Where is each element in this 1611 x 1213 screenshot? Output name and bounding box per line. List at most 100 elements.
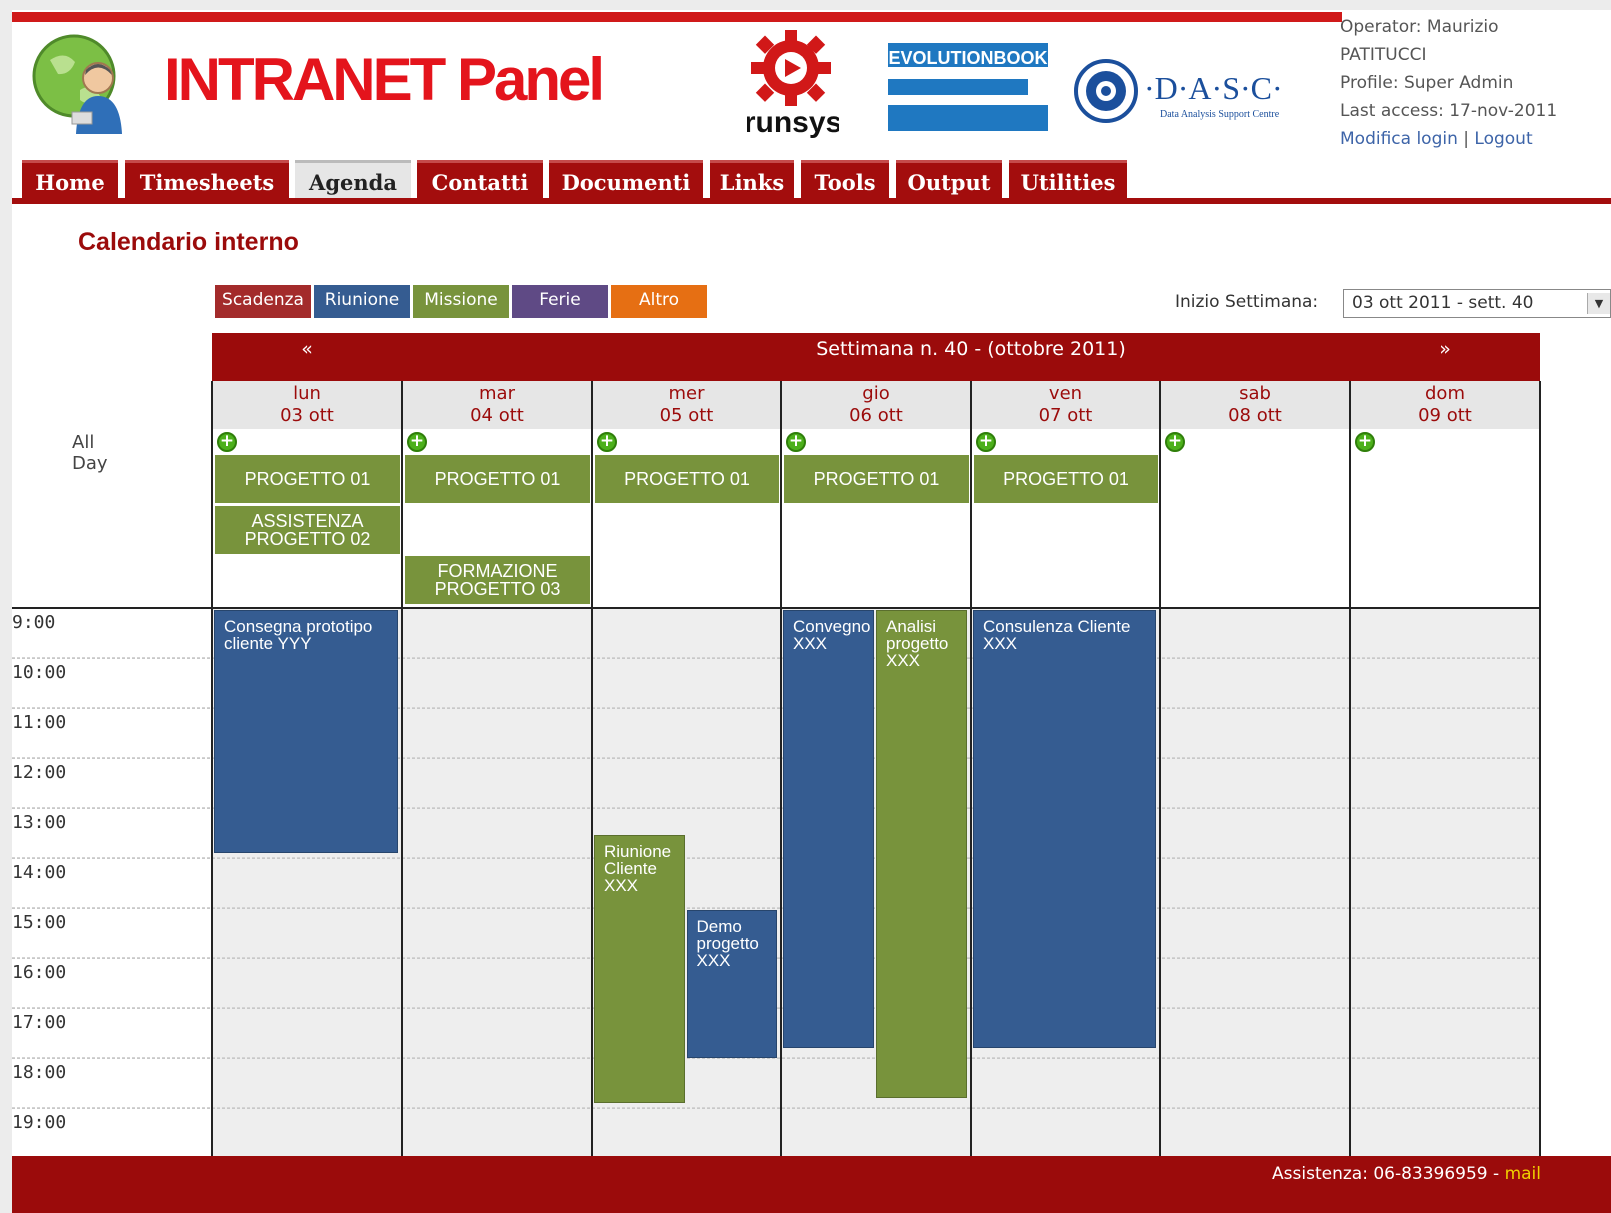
all-day-event-progetto-01[interactable]: PROGETTO 01: [405, 455, 590, 503]
all-day-event-progetto-01[interactable]: PROGETTO 01: [595, 455, 779, 503]
all-day-event-assistenza-progetto-02[interactable]: ASSISTENZA PROGETTO 02: [215, 506, 400, 554]
svg-text:Data Analysis Support Centre: Data Analysis Support Centre: [1160, 109, 1280, 120]
week-start-value: 03 ott 2011 - sett. 40: [1352, 293, 1534, 313]
hour-label: 11:00: [12, 712, 67, 733]
all-day-cell-dom[interactable]: [1350, 429, 1540, 609]
logout-link[interactable]: Logout: [1474, 129, 1532, 149]
all-day-event-progetto-01[interactable]: PROGETTO 01: [215, 455, 400, 503]
day-name: mer: [668, 383, 705, 404]
tab-agenda[interactable]: Agenda: [295, 160, 411, 198]
tab-tools[interactable]: Tools: [801, 160, 889, 198]
day-name: ven: [1048, 383, 1083, 404]
tab-links[interactable]: Links: [710, 160, 794, 198]
all-day-event-progetto-01[interactable]: PROGETTO 01: [784, 455, 969, 503]
svg-text:·D·A·S·C·: ·D·A·S·C·: [1144, 70, 1283, 106]
hour-label: 19:00: [12, 1112, 67, 1133]
day-name: dom: [1425, 383, 1465, 404]
add-event-icon[interactable]: +: [1355, 432, 1375, 452]
header-top-bar: [12, 12, 1342, 22]
add-event-icon[interactable]: +: [407, 432, 427, 452]
all-day-cell-sab[interactable]: [1160, 429, 1350, 609]
day-date: 07 ott: [1038, 405, 1093, 426]
legend-riunione: Riunione: [314, 285, 410, 318]
operator-line: Operator: Maurizio: [1340, 17, 1499, 37]
profile-line: Profile: Super Admin: [1340, 73, 1514, 93]
footer-mail-link[interactable]: mail: [1505, 1164, 1541, 1184]
hour-label: 12:00: [12, 762, 67, 783]
day-name: gio: [862, 383, 890, 404]
prev-week-button[interactable]: «: [212, 333, 402, 381]
evolutionbook-logo: EVOLUTIONBOOK: [888, 43, 1048, 131]
legend-missione: Missione: [413, 285, 509, 318]
day-date: 03 ott: [280, 405, 334, 426]
svg-text:runsys: runsys: [747, 106, 839, 139]
add-event-icon[interactable]: +: [786, 432, 806, 452]
hour-label: 16:00: [12, 962, 67, 983]
legend-scadenza: Scadenza: [215, 285, 311, 318]
hour-label: 13:00: [12, 812, 67, 833]
week-start-label: Inizio Settimana:: [1175, 292, 1319, 312]
tab-output[interactable]: Output: [896, 160, 1002, 198]
all-day-event-formazione-progetto-03[interactable]: FORMAZIONE PROGETTO 03: [405, 556, 590, 604]
runsys-logo: runsys: [747, 30, 839, 139]
tab-timesheets[interactable]: Timesheets: [125, 160, 289, 198]
day-header-ven: ven 07 ott: [971, 381, 1160, 429]
column-divider: [1159, 381, 1161, 1156]
all-day-label: All Day: [72, 432, 108, 474]
tab-contatti[interactable]: Contatti: [417, 160, 543, 198]
hour-divider: [12, 858, 1540, 859]
all-day-separator: [12, 607, 1540, 609]
hour-divider: [12, 1058, 1540, 1059]
calendar-event-consulenza-cliente-xxx[interactable]: Consulenza Cliente XXX: [973, 610, 1156, 1048]
column-divider: [401, 381, 403, 1156]
calendar-event-demo-progetto-xxx[interactable]: Demo progetto XXX: [686, 910, 777, 1058]
hour-label: 18:00: [12, 1062, 67, 1083]
tab-utilities[interactable]: Utilities: [1009, 160, 1127, 198]
footer-bar: Assistenza: 06-83396959 - mail: [12, 1156, 1611, 1213]
add-event-icon[interactable]: +: [217, 432, 237, 452]
modifica-login-link[interactable]: Modifica login: [1340, 129, 1458, 149]
nav-underline: [12, 198, 1611, 204]
legend-ferie: Ferie: [512, 285, 608, 318]
all-day-event-progetto-01[interactable]: PROGETTO 01: [974, 455, 1158, 503]
hour-divider: [12, 908, 1540, 909]
tab-home[interactable]: Home: [22, 160, 118, 198]
tab-documenti[interactable]: Documenti: [549, 160, 703, 198]
hour-label: 14:00: [12, 862, 67, 883]
page-title: Calendario interno: [78, 228, 299, 256]
footer-assistenza: Assistenza: 06-83396959 -: [1272, 1164, 1505, 1184]
hour-label: 9:00: [12, 612, 56, 633]
week-start-select[interactable]: 03 ott 2011 - sett. 40 ▼: [1343, 289, 1611, 318]
day-date: 04 ott: [470, 405, 524, 426]
hour-label: 15:00: [12, 912, 67, 933]
add-event-icon[interactable]: +: [976, 432, 996, 452]
link-separator: |: [1463, 129, 1470, 149]
add-event-icon[interactable]: +: [1165, 432, 1185, 452]
day-date: 09 ott: [1418, 405, 1472, 426]
next-week-button[interactable]: »: [1350, 333, 1540, 381]
column-divider: [591, 381, 593, 1156]
svg-text:EVOLUTIONBOOK: EVOLUTIONBOOK: [888, 48, 1047, 68]
add-event-icon[interactable]: +: [597, 432, 617, 452]
day-header-dom: dom 09 ott: [1350, 381, 1540, 429]
hour-label: 17:00: [12, 1012, 67, 1033]
column-divider: [970, 381, 972, 1156]
day-header-mar: mar 04 ott: [402, 381, 592, 429]
page: INTRANET Panel runsys EVOLUTIONBOOK ·D·A…: [12, 10, 1611, 1213]
dasc-logo: ·D·A·S·C· Data Analysis Support Centre: [1074, 59, 1283, 123]
legend-altro: Altro: [611, 285, 707, 318]
user-info-panel: Operator: Maurizio PATITUCCI Profile: Su…: [1340, 13, 1611, 153]
day-name: mar: [479, 383, 515, 404]
calendar-event-convegno-xxx[interactable]: Convegno XXX: [783, 610, 874, 1048]
chevron-down-icon[interactable]: ▼: [1587, 293, 1610, 314]
calendar-event-consegna-prototipo-cliente-yyy[interactable]: Consegna prototipo cliente YYY: [214, 610, 398, 853]
hour-label: 10:00: [12, 662, 67, 683]
hour-divider: [12, 1108, 1540, 1109]
day-date: 05 ott: [659, 405, 714, 426]
column-divider: [211, 381, 213, 1156]
day-name: lun: [293, 383, 321, 404]
calendar-event-analisi-progetto-xxx[interactable]: Analisi progetto XXX: [876, 610, 967, 1098]
footer-contact: Assistenza: 06-83396959 - mail: [1272, 1164, 1541, 1184]
calendar-event-riunione-cliente-xxx[interactable]: Riunione Cliente XXX: [594, 835, 685, 1103]
day-header-sab: sab 08 ott: [1160, 381, 1350, 429]
